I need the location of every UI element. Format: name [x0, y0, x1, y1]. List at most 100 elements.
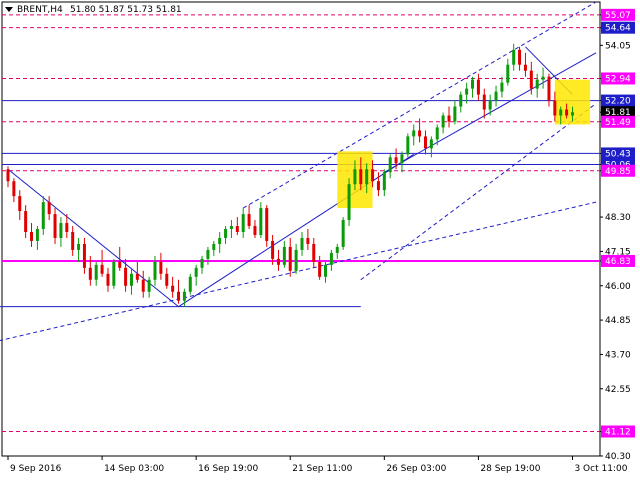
candle-body — [118, 261, 122, 268]
candle-body — [529, 70, 533, 89]
candle-body — [300, 237, 304, 250]
candle-body — [288, 246, 292, 271]
candle-body — [94, 264, 98, 280]
candle-body — [153, 261, 157, 280]
y-tick-label: 43.70 — [605, 350, 631, 360]
candle-body — [224, 229, 228, 238]
candle-body — [159, 261, 163, 274]
candle-body — [47, 202, 51, 215]
chart-header: BRENT,H4 51.80 51.87 51.73 51.81 — [5, 5, 182, 15]
candle-body — [394, 157, 398, 164]
candle-body — [124, 267, 128, 286]
candle-body — [535, 79, 539, 89]
x-tick-label: 28 Sep 19:00 — [480, 464, 540, 474]
candle-body — [453, 106, 457, 122]
candle-body — [235, 226, 239, 232]
y-tick-label: 50.43 — [605, 149, 631, 159]
candle-body — [312, 243, 316, 262]
plot-frame — [1, 1, 601, 457]
candle-body — [271, 240, 275, 259]
candle-body — [500, 82, 504, 92]
candle-body — [353, 169, 357, 185]
candle-body — [518, 49, 522, 65]
candle-body — [476, 79, 480, 95]
y-tick-label: 54.64 — [605, 24, 631, 34]
candle-body — [435, 127, 439, 140]
candle-body — [488, 100, 492, 110]
y-tick-label: 41.12 — [605, 428, 631, 438]
y-tick-label: 49.85 — [605, 167, 631, 177]
candle-body — [135, 273, 139, 280]
candle-body — [218, 237, 222, 244]
candle-body — [382, 172, 386, 191]
candle-body — [182, 291, 186, 301]
candle-body — [6, 169, 10, 182]
candle-body — [77, 243, 81, 250]
candle-body — [147, 279, 151, 292]
candle-body — [24, 211, 28, 232]
candle-body — [376, 181, 380, 191]
candle-body — [229, 226, 233, 229]
candle-body — [129, 273, 133, 286]
x-tick-label: 21 Sep 11:00 — [292, 464, 352, 474]
candle-body — [106, 273, 110, 286]
candle-body — [423, 136, 427, 149]
candle-body — [30, 231, 34, 241]
candle-body — [471, 79, 475, 89]
candle-body — [35, 229, 39, 241]
candle-body — [465, 88, 469, 95]
y-tick-label: 42.55 — [605, 385, 631, 395]
candlestick-chart: 55.07 54.64 54.05 52.94 52.20 51.81 51.49 50.43… — [0, 0, 640, 480]
candle-body — [347, 184, 351, 221]
candle-body — [565, 109, 569, 116]
candle-body — [171, 285, 175, 292]
candle-body — [447, 115, 451, 122]
candle-body — [100, 264, 104, 274]
candle-body — [494, 91, 498, 101]
candle-body — [165, 273, 169, 286]
candle-body — [247, 214, 251, 227]
y-axis: 55.0754.6454.0552.9452.2051.8151.4950.43… — [600, 8, 635, 462]
candle-body — [88, 267, 92, 280]
candle-body — [482, 94, 486, 110]
symbol-label: BRENT,H4 — [17, 5, 63, 15]
candle-body — [194, 267, 198, 277]
ohlc-label: 51.80 51.87 51.73 51.81 — [70, 5, 182, 15]
candle-body — [506, 64, 510, 83]
candle-body — [12, 181, 16, 197]
candle-body — [112, 261, 116, 286]
candle-body — [206, 249, 210, 259]
candle-body — [341, 220, 345, 247]
candle-body — [200, 258, 204, 268]
candle-body — [388, 157, 392, 173]
candle-body — [459, 94, 463, 107]
candle-body — [365, 169, 369, 185]
y-tick-label: 52.20 — [605, 97, 631, 107]
candle-body — [18, 196, 22, 212]
candle-body — [282, 246, 286, 265]
candle-body — [429, 139, 433, 149]
candle-body — [53, 214, 57, 238]
y-tick-label: 48.30 — [605, 213, 631, 223]
candle-body — [276, 258, 280, 265]
candle-body — [65, 223, 69, 232]
candle-body — [141, 279, 145, 292]
candle-body — [324, 264, 328, 277]
y-tick-label: 46.83 — [605, 257, 631, 267]
y-tick-label: 51.49 — [605, 118, 631, 128]
y-tick-label: 54.05 — [605, 41, 631, 51]
candle-body — [212, 243, 216, 250]
x-tick-label: 16 Sep 19:00 — [198, 464, 258, 474]
x-tick-label: 26 Sep 03:00 — [386, 464, 446, 474]
y-tick-label: 44.85 — [605, 316, 631, 326]
candle-body — [177, 291, 181, 301]
candle-body — [335, 246, 339, 253]
candle-body — [359, 169, 363, 185]
chart-svg: 55.0754.6454.0552.9452.2051.8151.4950.43… — [0, 1, 635, 474]
x-axis: 9 Sep 2016 14 Sep 03:00 16 Sep 19:00 21 Sep… — [7, 456, 628, 474]
candle-body — [400, 154, 404, 164]
candle-body — [41, 202, 45, 229]
candle-body — [559, 109, 563, 116]
candle-body — [406, 136, 410, 155]
y-tick-label: 52.94 — [605, 74, 631, 84]
